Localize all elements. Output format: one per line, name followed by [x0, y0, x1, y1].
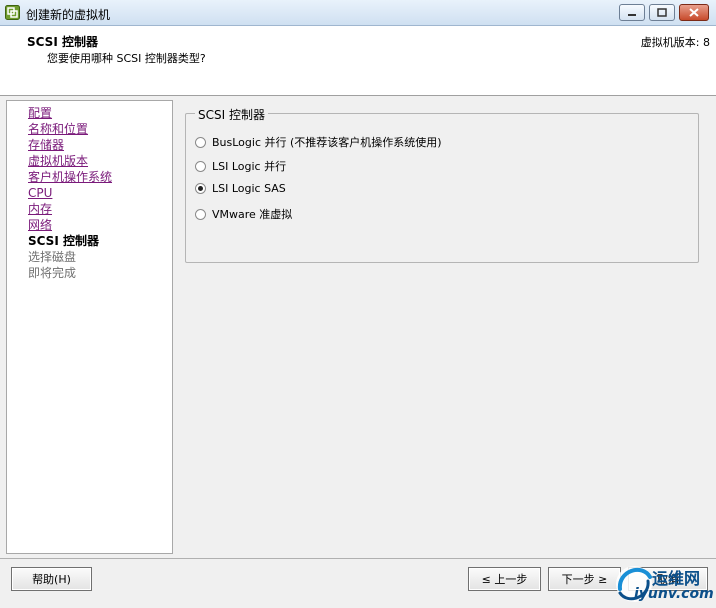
vm-version-label: 虚拟机版本: 8: [640, 36, 710, 49]
wizard-step-list: 配置 名称和位置 存储器 虚拟机版本 客户机操作系统 CPU 内存 网络 SCS…: [6, 100, 173, 554]
wizard-header: SCSI 控制器 您要使用哪种 SCSI 控制器类型? 虚拟机版本: 8: [0, 26, 716, 96]
maximize-icon: [657, 8, 667, 17]
radio-button[interactable]: [195, 160, 206, 172]
radio-button[interactable]: [195, 208, 206, 220]
step-link-name-location[interactable]: 名称和位置: [28, 122, 88, 137]
step-link-cpu[interactable]: CPU: [28, 186, 52, 201]
radio-label: BusLogic 并行 (不推荐该客户机操作系统使用): [212, 136, 442, 149]
step-ready-complete: 即将完成: [28, 266, 77, 280]
minimize-button[interactable]: [619, 4, 645, 21]
step-link-memory[interactable]: 内存: [28, 202, 52, 217]
title-bar: 创建新的虚拟机: [0, 0, 716, 26]
group-legend: SCSI 控制器: [195, 106, 268, 123]
radio-option-lsi-sas[interactable]: LSI Logic SAS: [195, 182, 286, 195]
site-watermark: 运维网 iyunv.com: [612, 559, 716, 608]
window-title: 创建新的虚拟机: [26, 8, 111, 22]
step-link-config[interactable]: 配置: [28, 106, 52, 121]
radio-label: VMware 准虚拟: [212, 208, 293, 221]
next-button-label: 下一步 ≥: [561, 573, 608, 586]
step-current-scsi: SCSI 控制器: [28, 234, 99, 248]
close-icon: [689, 8, 699, 17]
page-title: SCSI 控制器: [27, 35, 98, 49]
page-subtitle: 您要使用哪种 SCSI 控制器类型?: [47, 52, 206, 65]
radio-label: LSI Logic SAS: [212, 182, 286, 195]
vsphere-app-icon: [5, 5, 20, 20]
help-button-label: 帮助(H): [32, 573, 71, 586]
wizard-footer: 帮助(H) ≤ 上一步 下一步 ≥ 取消: [0, 558, 716, 608]
wizard-content: 配置 名称和位置 存储器 虚拟机版本 客户机操作系统 CPU 内存 网络 SCS…: [0, 96, 716, 558]
scsi-controller-group: SCSI 控制器 BusLogic 并行 (不推荐该客户机操作系统使用) LSI…: [185, 106, 699, 263]
help-button[interactable]: 帮助(H): [11, 567, 92, 591]
close-button[interactable]: [679, 4, 709, 21]
step-link-guest-os[interactable]: 客户机操作系统: [28, 170, 112, 185]
radio-label: LSI Logic 并行: [212, 160, 287, 173]
step-link-vm-version[interactable]: 虚拟机版本: [28, 154, 88, 169]
radio-option-lsi-parallel[interactable]: LSI Logic 并行: [195, 158, 286, 174]
radio-button-selected[interactable]: [195, 183, 206, 194]
minimize-icon: [628, 13, 636, 16]
radio-button[interactable]: [195, 136, 206, 148]
step-link-storage[interactable]: 存储器: [28, 138, 64, 153]
maximize-button[interactable]: [649, 4, 675, 21]
radio-option-buslogic[interactable]: BusLogic 并行 (不推荐该客户机操作系统使用): [195, 134, 442, 150]
next-button[interactable]: 下一步 ≥: [548, 567, 621, 591]
step-select-disk: 选择磁盘: [28, 250, 77, 264]
watermark-text-url: iyunv.com: [634, 586, 714, 602]
back-button[interactable]: ≤ 上一步: [468, 567, 541, 591]
back-button-label: ≤ 上一步: [481, 573, 528, 586]
radio-option-vmware-paravirtual[interactable]: VMware 准虚拟: [195, 206, 292, 222]
step-link-network[interactable]: 网络: [28, 218, 52, 233]
